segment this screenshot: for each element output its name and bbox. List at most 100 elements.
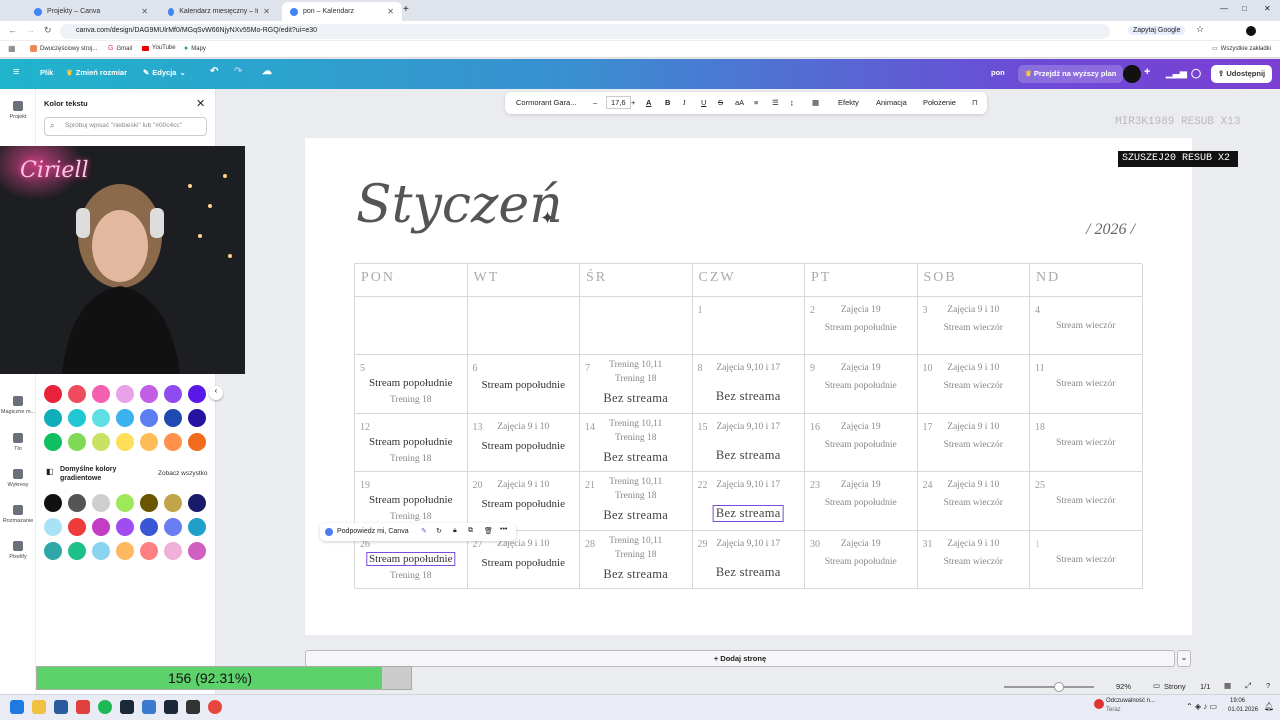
calendar-event[interactable]: Stream popołudnie: [468, 440, 580, 452]
color-swatch[interactable]: [92, 385, 110, 403]
calendar-event[interactable]: Trening 18: [580, 433, 692, 443]
calendar-cell[interactable]: 6 Stream popołudnie: [467, 355, 580, 414]
pages-button[interactable]: Strony: [1164, 682, 1186, 691]
color-swatch[interactable]: [116, 385, 134, 403]
calendar-cell[interactable]: 21 Trening 10,11 Trening 18 Bez streama: [580, 472, 693, 531]
calendar-event[interactable]: Stream wieczór: [918, 440, 1030, 450]
close-icon[interactable]: ✕: [141, 7, 148, 16]
calendar-cell[interactable]: [355, 297, 468, 356]
day-number[interactable]: 6: [473, 363, 478, 374]
spotify-icon[interactable]: [98, 700, 112, 714]
rail-item-background[interactable]: Tło: [0, 433, 36, 452]
help-icon[interactable]: ?: [1266, 681, 1270, 690]
gradient-swatch[interactable]: [92, 494, 110, 512]
calendar-cell[interactable]: 8 Zajęcia 9,10 i 17 Bez streama: [692, 355, 805, 414]
gradient-swatch[interactable]: [44, 494, 62, 512]
font-size-input[interactable]: 17,6: [606, 96, 631, 109]
calendar-cell[interactable]: 30 Zajęcia 19 Stream popołudnie: [805, 530, 918, 589]
bookmark-youtube[interactable]: YouTube: [142, 45, 176, 51]
calendar-event[interactable]: Stream popołudnie: [805, 440, 917, 450]
font-size-increase-icon[interactable]: +: [631, 98, 635, 107]
minimize-icon[interactable]: —: [1220, 4, 1228, 13]
profile-avatar[interactable]: [1246, 26, 1256, 36]
file-menu[interactable]: Plik: [40, 68, 53, 77]
calendar-event[interactable]: Zajęcia 19: [805, 422, 917, 432]
color-swatch[interactable]: [68, 385, 86, 403]
rail-item-magic[interactable]: Magiczne m...: [0, 396, 36, 415]
calendar-event[interactable]: Zajęcia 9 i 10: [918, 363, 1030, 373]
day-number[interactable]: 1: [1035, 539, 1040, 550]
calendar-event[interactable]: Trening 18: [580, 550, 692, 560]
bookmark-gmail[interactable]: G Gmail: [108, 45, 132, 52]
add-page-button[interactable]: + Dodaj stronę: [305, 650, 1175, 667]
transparency-icon[interactable]: ▦: [812, 98, 819, 107]
calendar-cell[interactable]: 25 Stream wieczór: [1030, 472, 1143, 531]
gradient-swatch[interactable]: [116, 494, 134, 512]
close-icon[interactable]: ✕: [196, 97, 205, 110]
back-icon[interactable]: ←: [8, 25, 17, 35]
day-number[interactable]: 19: [360, 480, 370, 491]
calendar-event[interactable]: Stream popołudnie: [355, 494, 467, 506]
calendar-event[interactable]: Zajęcia 9 i 10: [468, 422, 580, 432]
calendar-cell[interactable]: 16 Zajęcia 19 Stream popołudnie: [805, 413, 918, 473]
list-icon[interactable]: ☰: [772, 98, 779, 107]
calendar-event[interactable]: Trening 10,11: [580, 419, 692, 429]
gradient-swatch[interactable]: [44, 518, 62, 536]
calendar-cell[interactable]: 28 Trening 10,11 Trening 18 Bez streama: [580, 530, 693, 589]
calendar-cell[interactable]: 17 Zajęcia 9 i 10 Stream wieczór: [917, 413, 1030, 473]
color-swatch[interactable]: [188, 409, 206, 427]
calendar-event[interactable]: Trening 10,11: [580, 477, 692, 487]
bookmark-maps[interactable]: ● Mapy: [184, 45, 206, 52]
calendar-event[interactable]: Trening 18: [355, 395, 467, 405]
trash-icon[interactable]: 🗑︎: [484, 527, 493, 535]
animation-button[interactable]: Animacja: [876, 98, 907, 107]
gradient-swatch[interactable]: [92, 542, 110, 560]
tab-projects[interactable]: Projekty – Canva ✕: [26, 2, 156, 21]
calendar-cell[interactable]: 14 Trening 10,11 Trening 18 Bez streama: [580, 413, 693, 473]
notification-icon[interactable]: [1094, 699, 1104, 709]
calendar-event[interactable]: Bez streama: [693, 389, 805, 404]
calendar-cell[interactable]: 19 Stream popołudnie Trening 18: [355, 472, 468, 531]
share-button[interactable]: ⇪ Udostępnij: [1211, 65, 1273, 83]
gradient-swatch[interactable]: [140, 494, 158, 512]
calendar-event[interactable]: Trening 18: [580, 491, 692, 501]
calendar-cell[interactable]: 13 Zajęcia 9 i 10 Stream popołudnie: [467, 413, 580, 473]
calendar-event[interactable]: Zajęcia 9,10 i 17: [693, 480, 805, 490]
align-center-icon[interactable]: ≡: [754, 98, 758, 107]
url-input[interactable]: canva.com/design/DAG9MUlrMf0/MGqSvW66Njy…: [60, 24, 1110, 39]
calendar-event[interactable]: Zajęcia 19: [805, 539, 917, 549]
bold-icon[interactable]: B: [665, 98, 670, 107]
redo-icon[interactable]: ↷: [234, 66, 242, 77]
calendar-event[interactable]: Stream wieczór: [1030, 321, 1142, 331]
day-number[interactable]: 25: [1035, 480, 1045, 491]
day-header[interactable]: WT: [467, 264, 580, 297]
calendar-cell[interactable]: 3 Zajęcia 9 i 10 Stream wieczór: [917, 297, 1030, 356]
app-icon[interactable]: [186, 700, 200, 714]
calendar-event[interactable]: Bez streama: [693, 565, 805, 580]
calendar-event[interactable]: Bez streama: [580, 508, 692, 523]
gradient-swatch[interactable]: [68, 542, 86, 560]
color-swatch[interactable]: [188, 385, 206, 403]
rotate-icon[interactable]: ↻: [436, 527, 442, 535]
gradient-swatch[interactable]: [44, 542, 62, 560]
calendar-event[interactable]: Zajęcia 9 i 10: [918, 305, 1030, 315]
gradient-swatch[interactable]: [164, 494, 182, 512]
grid-view-icon[interactable]: ▦: [1224, 681, 1231, 690]
calendar-event[interactable]: Zajęcia 9,10 i 17: [693, 422, 805, 432]
italic-icon[interactable]: I: [683, 98, 686, 107]
magic-write-icon[interactable]: ✎: [421, 527, 427, 535]
gradient-swatch[interactable]: [164, 542, 182, 560]
calendar-cell[interactable]: 18 Stream wieczór: [1030, 413, 1143, 473]
menu-icon[interactable]: ≡: [13, 66, 19, 78]
gradient-swatch[interactable]: [188, 494, 206, 512]
calendar-cell[interactable]: 10 Zajęcia 9 i 10 Stream wieczór: [917, 355, 1030, 414]
color-swatch[interactable]: [92, 409, 110, 427]
start-icon[interactable]: [10, 700, 24, 714]
chevron-down-icon[interactable]: ⌄: [1177, 650, 1191, 667]
calendar-event[interactable]: Stream wieczór: [1030, 496, 1142, 506]
color-swatch[interactable]: [116, 433, 134, 451]
comment-icon[interactable]: ◯: [1191, 68, 1201, 79]
gradient-swatch[interactable]: [116, 518, 134, 536]
calendar-event[interactable]: Trening 10,11: [580, 360, 692, 370]
reload-icon[interactable]: ↻: [44, 25, 52, 36]
